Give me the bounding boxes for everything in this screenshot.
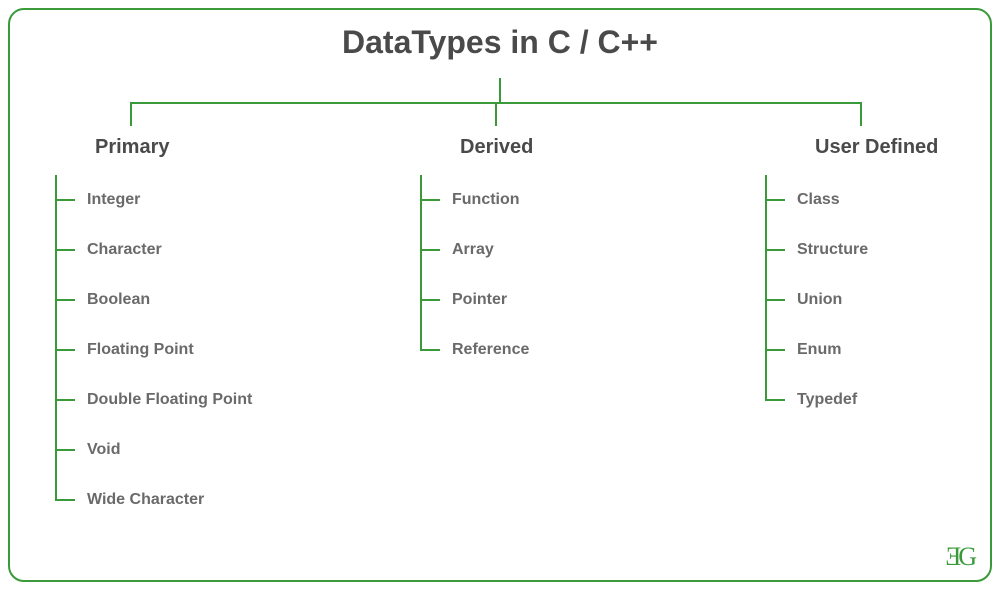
item-2-0: Class: [765, 175, 868, 225]
category-label-1: Derived: [460, 136, 533, 159]
item-0-6: Wide Character: [55, 475, 252, 525]
item-text: Reference: [452, 341, 529, 359]
connector-drop-2: [860, 102, 862, 126]
item-0-0: Integer: [55, 175, 252, 225]
item-1-0: Function: [420, 175, 529, 225]
item-text: Wide Character: [87, 491, 204, 509]
connector-stem: [499, 78, 501, 102]
item-tick: [765, 349, 785, 351]
diagram-title: DataTypes in C / C++: [0, 24, 1000, 61]
item-text: Integer: [87, 191, 140, 209]
item-text: Floating Point: [87, 341, 194, 359]
item-0-5: Void: [55, 425, 252, 475]
item-0-3: Floating Point: [55, 325, 252, 375]
item-2-3: Enum: [765, 325, 868, 375]
category-items-0: Integer Character Boolean Floating Point Dou…: [55, 175, 252, 525]
item-text: Enum: [797, 341, 841, 359]
category-items-2: Class Structure Union Enum Typedef: [765, 175, 868, 425]
item-tick: [55, 349, 75, 351]
item-tick: [55, 199, 75, 201]
geeksforgeeks-logo: ƎG: [945, 542, 974, 572]
item-0-4: Double Floating Point: [55, 375, 252, 425]
logo-text: ƎG: [945, 542, 974, 571]
item-tick: [55, 399, 75, 401]
item-tick: [765, 399, 785, 401]
item-tick: [55, 449, 75, 451]
item-0-2: Boolean: [55, 275, 252, 325]
category-items-1: Function Array Pointer Reference: [420, 175, 529, 375]
item-text: Boolean: [87, 291, 150, 309]
item-0-1: Character: [55, 225, 252, 275]
item-1-1: Array: [420, 225, 529, 275]
item-text: Structure: [797, 241, 868, 259]
item-tick: [420, 299, 440, 301]
item-2-2: Union: [765, 275, 868, 325]
item-tick: [420, 349, 440, 351]
category-label-0: Primary: [95, 136, 170, 159]
item-text: Union: [797, 291, 842, 309]
item-text: Array: [452, 241, 494, 259]
item-2-4: Typedef: [765, 375, 868, 425]
item-tick: [55, 249, 75, 251]
connector-drop-0: [130, 102, 132, 126]
item-text: Function: [452, 191, 520, 209]
item-tick: [765, 199, 785, 201]
item-1-2: Pointer: [420, 275, 529, 325]
item-text: Void: [87, 441, 120, 459]
item-text: Character: [87, 241, 162, 259]
category-label-2: User Defined: [815, 136, 938, 159]
item-tick: [765, 249, 785, 251]
item-tick: [420, 249, 440, 251]
item-tick: [420, 199, 440, 201]
item-tick: [765, 299, 785, 301]
item-text: Class: [797, 191, 840, 209]
item-text: Typedef: [797, 391, 857, 409]
item-text: Pointer: [452, 291, 507, 309]
item-2-1: Structure: [765, 225, 868, 275]
connector-drop-1: [495, 102, 497, 126]
item-tick: [55, 499, 75, 501]
item-tick: [55, 299, 75, 301]
item-text: Double Floating Point: [87, 391, 252, 409]
item-1-3: Reference: [420, 325, 529, 375]
